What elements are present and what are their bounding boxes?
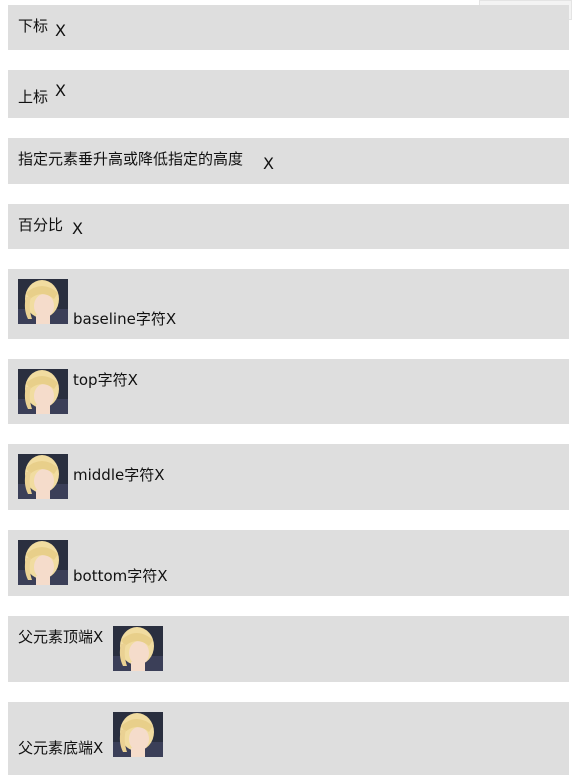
anime-girl-avatar-icon: [18, 454, 68, 499]
row-middle: middle字符X: [8, 444, 569, 510]
anime-girl-avatar-icon: [113, 712, 163, 757]
row-top: top字符X: [8, 359, 569, 424]
avatar-image: [18, 540, 68, 585]
row-middle-label: middle字符X: [73, 466, 165, 484]
avatar-image: [18, 279, 68, 324]
row-bottom-label: bottom字符X: [73, 567, 168, 585]
row-subscript-x: X: [55, 21, 66, 40]
row-text-bottom: 父元素底端X: [8, 702, 569, 775]
anime-girl-avatar-icon: [18, 540, 68, 585]
page: 577px × 937px 下标 X 上标 X 指定元素垂升高或降低指定的高度 …: [0, 0, 575, 775]
row-length-label: 指定元素垂升高或降低指定的高度: [18, 150, 244, 168]
avatar-image: [18, 454, 68, 499]
row-text-bottom-label: 父元素底端X: [18, 739, 104, 757]
row-percent-x: X: [72, 219, 83, 238]
row-vertical-align-length: 指定元素垂升高或降低指定的高度 X: [8, 138, 569, 184]
row-text-top-label: 父元素顶端X: [18, 628, 104, 646]
row-length-x: X: [263, 154, 274, 173]
row-percent-label: 百分比: [18, 216, 64, 234]
avatar-image: [18, 369, 68, 414]
row-superscript-label: 上标: [18, 88, 49, 106]
row-subscript: 下标 X: [8, 5, 569, 50]
row-subscript-label: 下标: [18, 17, 49, 35]
anime-girl-avatar-icon: [18, 279, 68, 324]
row-superscript: 上标 X: [8, 70, 569, 118]
row-baseline: baseline字符X: [8, 269, 569, 339]
row-vertical-align-percent: 百分比 X: [8, 204, 569, 249]
anime-girl-avatar-icon: [113, 626, 163, 671]
avatar-image: [113, 626, 163, 671]
row-superscript-x: X: [55, 81, 66, 100]
row-baseline-label: baseline字符X: [73, 310, 177, 328]
anime-girl-avatar-icon: [18, 369, 68, 414]
avatar-image: [113, 712, 163, 757]
row-text-top: 父元素顶端X: [8, 616, 569, 682]
row-bottom: bottom字符X: [8, 530, 569, 596]
row-top-label: top字符X: [73, 371, 138, 389]
